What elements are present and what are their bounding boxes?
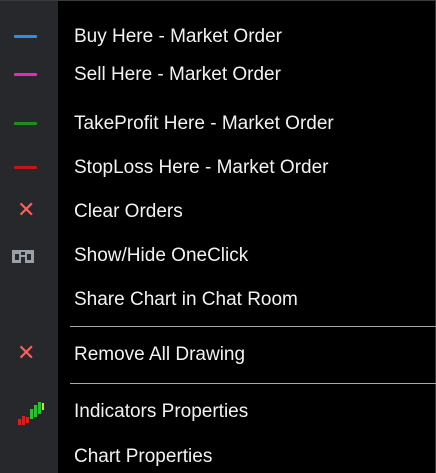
menu-item-label: Clear Orders <box>74 201 183 222</box>
one-click-panel-icon <box>0 236 58 276</box>
menu-item-remove-all-drawing[interactable]: ✕ Remove All Drawing <box>0 335 435 375</box>
blue-line-icon <box>0 17 58 57</box>
menu-item-show-hide-oneclick[interactable]: Show/Hide OneClick <box>0 236 435 276</box>
close-icon: ✕ <box>17 198 36 223</box>
menu-item-stoploss-here[interactable]: StopLoss Here - Market Order <box>0 148 435 188</box>
menu-item-share-chart[interactable]: Share Chart in Chat Room <box>0 280 435 320</box>
magenta-line-icon <box>0 55 58 95</box>
menu-item-takeprofit-here[interactable]: TakeProfit Here - Market Order <box>0 104 435 144</box>
menu-item-label: StopLoss Here - Market Order <box>74 157 329 178</box>
red-line-icon <box>0 148 58 188</box>
menu-item-chart-properties[interactable]: Chart Properties <box>0 437 435 473</box>
menu-separator <box>70 383 436 384</box>
menu-item-label: Indicators Properties <box>74 401 249 422</box>
menu-item-label: Chart Properties <box>74 446 213 467</box>
menu-item-sell-here[interactable]: Sell Here - Market Order <box>0 55 435 95</box>
menu-item-label: Remove All Drawing <box>74 344 246 365</box>
menu-item-label: Show/Hide OneClick <box>74 245 249 266</box>
menu-item-label: TakeProfit Here - Market Order <box>74 113 334 134</box>
menu-item-clear-orders[interactable]: ✕ Clear Orders <box>0 192 435 232</box>
green-line-icon <box>0 104 58 144</box>
chart-context-menu: Buy Here - Market Order Sell Here - Mark… <box>0 0 436 473</box>
menu-item-label: Sell Here - Market Order <box>74 64 281 85</box>
menu-item-label: Share Chart in Chat Room <box>74 289 298 310</box>
close-icon: ✕ <box>17 341 36 366</box>
menu-item-buy-here[interactable]: Buy Here - Market Order <box>0 17 435 57</box>
menu-item-label: Buy Here - Market Order <box>74 26 282 47</box>
menu-separator <box>70 326 436 327</box>
indicators-icon <box>0 392 58 432</box>
menu-border-top <box>0 0 436 1</box>
menu-item-indicators-properties[interactable]: Indicators Properties <box>0 392 435 432</box>
